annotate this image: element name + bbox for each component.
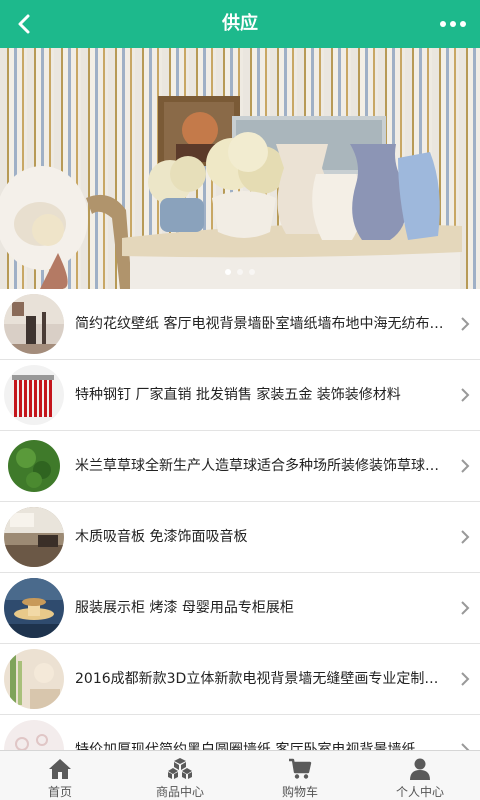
- user-icon: [410, 758, 430, 780]
- chevron-left-icon: [18, 14, 30, 34]
- home-icon: [49, 759, 71, 779]
- banner-carousel[interactable]: [0, 48, 480, 289]
- cart-icon: [289, 758, 312, 779]
- list-item[interactable]: 木质吸音板 免漆饰面吸音板: [0, 502, 480, 573]
- app-header: 供应: [0, 0, 480, 48]
- carousel-dot[interactable]: [237, 269, 243, 275]
- product-thumbnail: [4, 436, 64, 496]
- product-title: 木质吸音板 免漆饰面吸音板: [75, 529, 248, 545]
- carousel-indicator: [0, 269, 480, 275]
- product-thumbnail: [4, 720, 64, 750]
- chevron-right-icon: [461, 743, 470, 750]
- tab-label: 商品中心: [155, 785, 204, 799]
- product-title: 特种钢钉 厂家直销 批发销售 家装五金 装饰装修材料: [75, 387, 401, 403]
- tab-label: 首页: [47, 785, 72, 799]
- bottom-tab-bar: 首页 商品中心 购物车 个人中心: [0, 750, 480, 800]
- carousel-dot[interactable]: [225, 269, 231, 275]
- product-title: 米兰草草球全新生产人造草球适合多种场所装修装饰草球批发: [75, 458, 445, 474]
- list-item[interactable]: 服装展示柜 烤漆 母婴用品专柜展柜: [0, 573, 480, 644]
- tab-label: 购物车: [281, 785, 318, 799]
- tab-products[interactable]: 商品中心: [120, 751, 240, 800]
- tab-label: 个人中心: [395, 785, 444, 799]
- list-item[interactable]: 特种钢钉 厂家直销 批发销售 家装五金 装饰装修材料: [0, 360, 480, 431]
- page-title: 供应: [222, 13, 258, 34]
- product-title: 特价加厚现代简约黑白圆圈墙纸 客厅卧室电视背景墙纸: [75, 742, 416, 750]
- product-thumbnail: [4, 578, 64, 638]
- tab-cart[interactable]: 购物车: [240, 751, 360, 800]
- list-item[interactable]: 简约花纹壁纸 客厅电视背景墙卧室墙纸墙布地中海无纺布墙纸: [0, 289, 480, 360]
- chevron-right-icon: [461, 459, 470, 473]
- chevron-right-icon: [461, 601, 470, 615]
- more-dot-icon: [440, 21, 446, 27]
- chevron-right-icon: [461, 388, 470, 402]
- tab-profile[interactable]: 个人中心: [360, 751, 480, 800]
- list-item[interactable]: 2016成都新款3D立体新款电视背景墙无缝壁画专业定制厂家: [0, 644, 480, 715]
- product-title: 简约花纹壁纸 客厅电视背景墙卧室墙纸墙布地中海无纺布墙纸: [75, 316, 445, 332]
- list-item[interactable]: 特价加厚现代简约黑白圆圈墙纸 客厅卧室电视背景墙纸: [0, 715, 480, 750]
- chevron-right-icon: [461, 317, 470, 331]
- product-thumbnail: [4, 294, 64, 354]
- boxes-icon: [168, 758, 192, 779]
- chevron-right-icon: [461, 530, 470, 544]
- product-thumbnail: [4, 365, 64, 425]
- more-menu-button[interactable]: [432, 0, 474, 48]
- product-title: 2016成都新款3D立体新款电视背景墙无缝壁画专业定制厂家: [75, 671, 445, 687]
- chevron-right-icon: [461, 672, 470, 686]
- more-dot-icon: [460, 21, 466, 27]
- carousel-dot[interactable]: [249, 269, 255, 275]
- back-button[interactable]: [0, 0, 48, 48]
- more-dot-icon: [450, 21, 456, 27]
- banner-image: [0, 96, 462, 289]
- product-list: 简约花纹壁纸 客厅电视背景墙卧室墙纸墙布地中海无纺布墙纸 特种钢钉 厂家直销 批…: [0, 289, 480, 750]
- product-thumbnail: [4, 507, 64, 567]
- tab-home[interactable]: 首页: [0, 751, 120, 800]
- product-title: 服装展示柜 烤漆 母婴用品专柜展柜: [75, 600, 294, 616]
- list-item[interactable]: 米兰草草球全新生产人造草球适合多种场所装修装饰草球批发: [0, 431, 480, 502]
- product-thumbnail: [4, 649, 64, 709]
